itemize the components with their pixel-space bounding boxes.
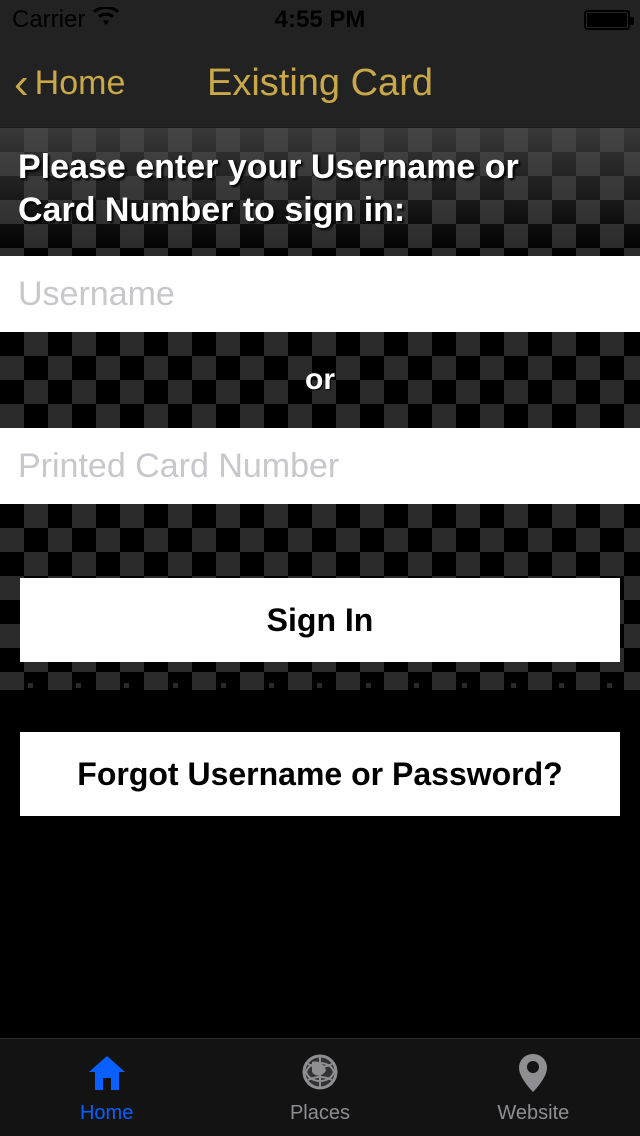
chevron-left-icon: ‹ bbox=[14, 62, 29, 106]
checker-background: or bbox=[0, 332, 640, 428]
username-input[interactable] bbox=[0, 256, 640, 332]
nav-bar: ‹ Home Existing Card bbox=[0, 40, 640, 128]
tab-bar: Home Places Website bbox=[0, 1038, 640, 1136]
dot-separator bbox=[0, 683, 640, 693]
card-number-input[interactable] bbox=[0, 428, 640, 504]
home-icon bbox=[85, 1050, 129, 1100]
sign-in-label: Sign In bbox=[267, 602, 374, 639]
forgot-label: Forgot Username or Password? bbox=[77, 756, 562, 793]
tab-home[interactable]: Home bbox=[0, 1039, 213, 1136]
or-label: or bbox=[305, 363, 335, 397]
tab-places[interactable]: Places bbox=[213, 1039, 426, 1136]
back-button[interactable]: ‹ Home bbox=[0, 62, 125, 106]
back-label: Home bbox=[35, 64, 126, 103]
battery-icon bbox=[584, 10, 630, 30]
tab-label: Home bbox=[80, 1102, 133, 1125]
forgot-credentials-button[interactable]: Forgot Username or Password? bbox=[20, 732, 620, 816]
instruction-text: Please enter your Username or Card Numbe… bbox=[18, 146, 580, 231]
content-area: Please enter your Username or Card Numbe… bbox=[0, 128, 640, 1038]
sign-in-button[interactable]: Sign In bbox=[20, 578, 620, 662]
map-pin-icon bbox=[511, 1050, 555, 1100]
globe-icon bbox=[298, 1050, 342, 1100]
status-time: 4:55 PM bbox=[0, 6, 640, 34]
status-bar: Carrier 4:55 PM bbox=[0, 0, 640, 40]
tab-label: Places bbox=[290, 1102, 350, 1125]
tab-label: Website bbox=[497, 1102, 569, 1125]
tab-website[interactable]: Website bbox=[427, 1039, 640, 1136]
